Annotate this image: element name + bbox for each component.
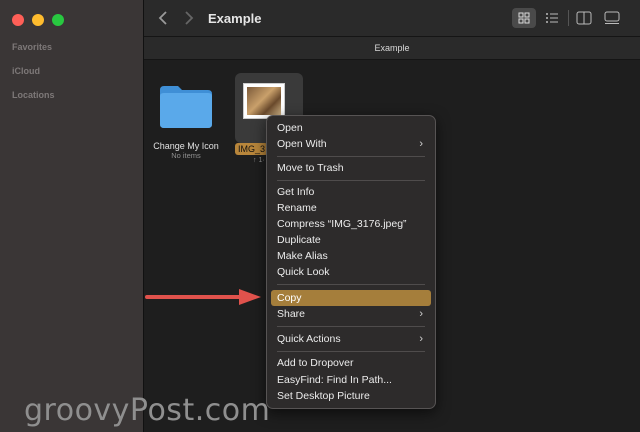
column-view-button[interactable] bbox=[572, 8, 596, 28]
menu-separator bbox=[277, 351, 425, 352]
menu-separator bbox=[277, 156, 425, 157]
menu-item-share[interactable]: Share › bbox=[271, 306, 431, 322]
forward-button[interactable] bbox=[184, 10, 194, 30]
menu-item-label: Open With bbox=[277, 138, 327, 150]
menu-separator bbox=[277, 284, 425, 285]
sidebar-section-locations[interactable]: Locations bbox=[12, 90, 55, 100]
menu-item-label: Move to Trash bbox=[277, 162, 344, 174]
annotation-arrow-icon bbox=[145, 289, 261, 305]
menu-item-quick-actions[interactable]: Quick Actions › bbox=[271, 331, 431, 347]
folder-icon bbox=[160, 86, 212, 128]
menu-item-label: Duplicate bbox=[277, 234, 321, 246]
toolbar-divider bbox=[568, 10, 569, 26]
photo-thumbnail-icon bbox=[247, 87, 281, 115]
minimize-window-button[interactable] bbox=[32, 14, 44, 26]
chevron-right-icon: › bbox=[419, 308, 423, 320]
menu-item-easyfind[interactable]: EasyFind: Find In Path... bbox=[271, 372, 431, 388]
menu-separator bbox=[277, 326, 425, 327]
menu-item-label: Share bbox=[277, 308, 306, 320]
menu-item-label: Quick Actions bbox=[277, 333, 341, 345]
traffic-lights bbox=[12, 14, 64, 26]
menu-item-label: Compress “IMG_3176.jpeg” bbox=[277, 218, 407, 230]
zoom-window-button[interactable] bbox=[52, 14, 64, 26]
context-menu: Open Open With › Move to Trash Get Info R… bbox=[266, 115, 436, 409]
folder-item[interactable]: Change My Icon No items bbox=[148, 80, 224, 160]
image-file-name: IMG_3 bbox=[235, 143, 269, 155]
folder-name: Change My Icon bbox=[153, 141, 219, 151]
menu-item-rename[interactable]: Rename bbox=[271, 200, 431, 216]
toolbar: Example bbox=[144, 0, 640, 37]
sidebar-section-favorites[interactable]: Favorites bbox=[12, 42, 52, 52]
gallery-view-button[interactable] bbox=[600, 8, 624, 28]
menu-item-make-alias[interactable]: Make Alias bbox=[271, 248, 431, 264]
menu-separator bbox=[277, 180, 425, 181]
image-thumbnail bbox=[243, 83, 285, 119]
path-bar: Example bbox=[144, 37, 640, 60]
icon-view-button[interactable] bbox=[512, 8, 536, 28]
folder-subtitle: No items bbox=[171, 151, 201, 160]
list-view-button[interactable] bbox=[540, 8, 564, 28]
menu-item-add-to-dropover[interactable]: Add to Dropover bbox=[271, 355, 431, 371]
sidebar-section-icloud[interactable]: iCloud bbox=[12, 66, 40, 76]
menu-item-label: EasyFind: Find In Path... bbox=[277, 374, 392, 386]
menu-item-label: Quick Look bbox=[277, 266, 330, 278]
menu-item-label: Rename bbox=[277, 202, 317, 214]
menu-item-quick-look[interactable]: Quick Look bbox=[271, 264, 431, 280]
list-icon bbox=[546, 13, 558, 23]
columns-icon bbox=[576, 11, 592, 25]
menu-item-copy[interactable]: Copy bbox=[271, 290, 431, 306]
finder-window: Favorites iCloud Locations Example Examp… bbox=[0, 0, 640, 432]
menu-item-label: Get Info bbox=[277, 186, 315, 198]
back-button[interactable] bbox=[158, 10, 168, 30]
menu-item-compress[interactable]: Compress “IMG_3176.jpeg” bbox=[271, 216, 431, 232]
menu-item-label: Make Alias bbox=[277, 250, 328, 262]
menu-item-label: Add to Dropover bbox=[277, 357, 354, 369]
menu-item-label: Copy bbox=[277, 292, 302, 304]
chevron-left-icon bbox=[158, 11, 167, 25]
menu-item-duplicate[interactable]: Duplicate bbox=[271, 232, 431, 248]
chevron-right-icon: › bbox=[419, 333, 423, 345]
sidebar: Favorites iCloud Locations bbox=[0, 0, 144, 432]
menu-item-move-to-trash[interactable]: Move to Trash bbox=[271, 160, 431, 176]
grid-icon bbox=[518, 12, 530, 24]
chevron-right-icon: › bbox=[419, 138, 423, 150]
menu-item-label: Open bbox=[277, 122, 303, 134]
menu-item-get-info[interactable]: Get Info bbox=[271, 184, 431, 200]
menu-item-set-desktop-picture[interactable]: Set Desktop Picture bbox=[271, 388, 431, 404]
window-title: Example bbox=[208, 11, 262, 26]
menu-item-open-with[interactable]: Open With › bbox=[271, 136, 431, 152]
menu-item-open[interactable]: Open bbox=[271, 120, 431, 136]
chevron-right-icon bbox=[185, 11, 194, 25]
watermark: groovyPost.com bbox=[24, 393, 271, 428]
gallery-icon bbox=[604, 11, 620, 24]
close-window-button[interactable] bbox=[12, 14, 24, 26]
image-file-subtitle: ↑ 1· bbox=[253, 157, 265, 164]
menu-item-label: Set Desktop Picture bbox=[277, 390, 370, 402]
